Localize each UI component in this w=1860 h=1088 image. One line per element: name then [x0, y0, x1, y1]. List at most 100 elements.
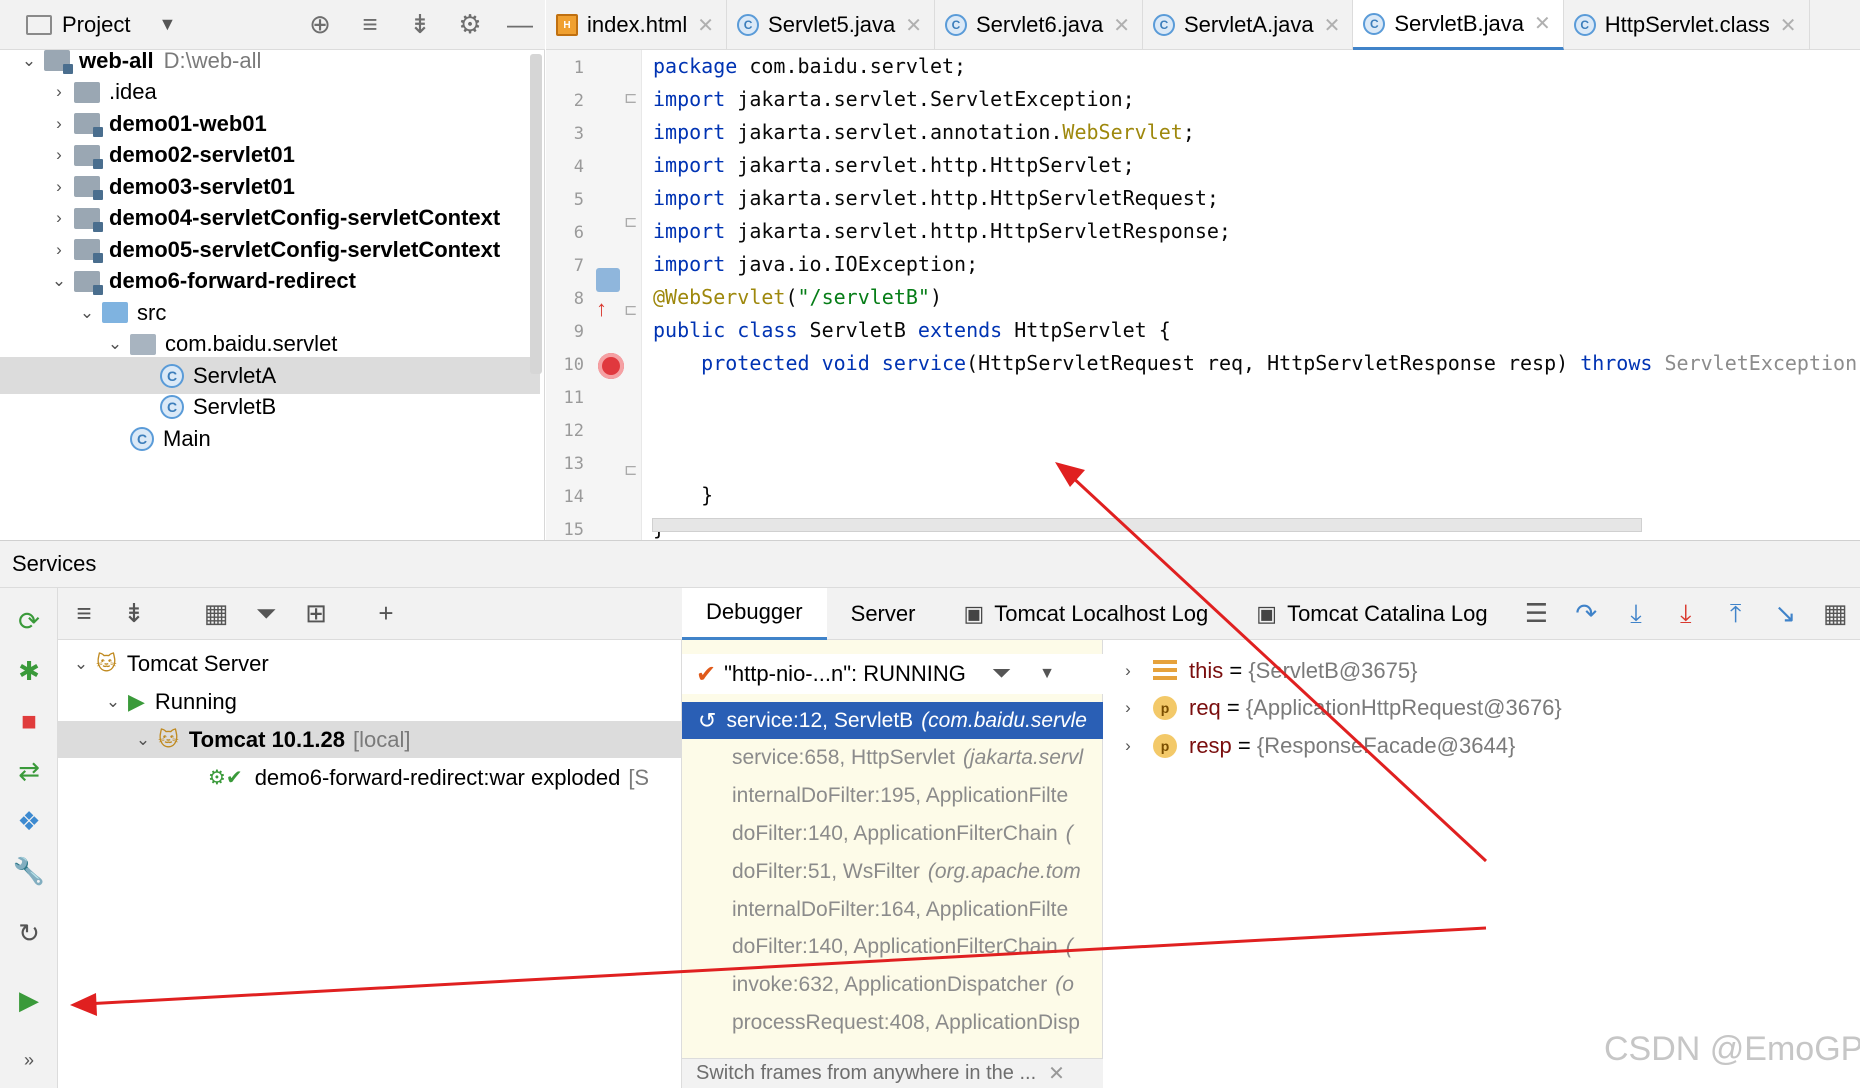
stack-frame[interactable]: doFilter:140, ApplicationFilterChain ( — [682, 815, 1103, 852]
variable-row[interactable]: › this = {ServletB@3675} — [1103, 652, 1417, 689]
module-folder-icon — [74, 239, 103, 263]
update-app-icon[interactable]: ⇄ — [0, 756, 58, 787]
rerun-icon[interactable]: ⟳ — [0, 606, 58, 637]
stack-frame[interactable]: internalDoFilter:164, ApplicationFilte — [682, 891, 1103, 928]
layout-icon[interactable]: ☰ — [1512, 598, 1562, 629]
refresh-icon[interactable]: ↻ — [0, 918, 58, 949]
expand-all-icon[interactable]: ≡ — [345, 9, 395, 40]
variable-value: {ApplicationHttpRequest@3676} — [1245, 695, 1562, 720]
tab-label: index.html — [587, 12, 688, 37]
run-to-cursor-icon[interactable]: ↘ — [1760, 598, 1810, 629]
project-scrollbar[interactable] — [530, 54, 542, 374]
tab-label: Servlet6.java — [976, 12, 1104, 37]
table-icon[interactable]: ▦ — [1810, 598, 1860, 629]
gear-icon[interactable]: ⚙ — [445, 9, 495, 40]
service-tree-item[interactable]: ⌄ 🐱 Tomcat Server — [58, 645, 682, 682]
tree-item-label: demo01-web01 — [109, 110, 267, 136]
editor-tab[interactable]: C Servlet6.java ✕ — [935, 0, 1143, 50]
collapse-all-icon[interactable]: ⇟ — [116, 598, 152, 629]
stack-frame[interactable]: doFilter:140, ApplicationFilterChain ( — [682, 929, 1103, 966]
close-icon[interactable]: ✕ — [1048, 1061, 1065, 1086]
stack-frame[interactable]: processRequest:408, ApplicationDisp — [682, 1004, 1103, 1041]
package-icon — [130, 333, 156, 355]
chevron-right-icon[interactable]: › — [1103, 661, 1153, 681]
chevron-down-icon[interactable]: ⌄ — [98, 692, 128, 712]
step-over-icon[interactable]: ↷ — [1561, 598, 1611, 629]
project-tree-item[interactable]: C Main — [0, 420, 540, 457]
line-number: 12 — [563, 421, 584, 441]
editor-horizontal-scrollbar[interactable] — [652, 518, 1642, 532]
add-icon[interactable]: + — [368, 598, 404, 629]
chevron-down-icon[interactable]: ▼ — [1039, 665, 1055, 683]
editor-tab[interactable]: C Servlet5.java ✕ — [727, 0, 935, 50]
chevron-down-icon[interactable]: ⌄ — [66, 654, 96, 674]
editor-tab[interactable]: C HttpServlet.class ✕ — [1564, 0, 1810, 50]
group-icon[interactable]: ▦ — [198, 598, 234, 629]
collapse-all-icon[interactable]: ⇟ — [395, 9, 445, 40]
close-icon[interactable]: ✕ — [1113, 13, 1130, 38]
stop-icon[interactable]: ■ — [0, 706, 58, 737]
chevron-right-icon[interactable]: › — [1103, 736, 1153, 756]
more-icon[interactable]: » — [0, 1050, 58, 1071]
chevron-right-icon[interactable]: › — [44, 177, 74, 197]
fold-icon[interactable]: ⊏ — [624, 300, 637, 320]
chevron-right-icon[interactable]: › — [44, 208, 74, 228]
chevron-right-icon[interactable]: › — [44, 114, 74, 134]
override-marker-icon[interactable]: ↑ — [596, 296, 607, 322]
force-step-into-icon[interactable]: ⤓ — [1661, 598, 1711, 630]
chevron-down-icon[interactable]: ⌄ — [128, 730, 158, 750]
wrench-icon[interactable]: 🔧 — [0, 856, 58, 887]
service-tree-item[interactable]: ⌄ ▶ Running — [58, 683, 682, 720]
code-editor[interactable]: package com.baidu.servlet; import jakarta… — [643, 50, 1860, 540]
close-icon[interactable]: ✕ — [1324, 13, 1341, 38]
chevron-down-icon[interactable]: ▼ — [158, 14, 176, 35]
editor-tab[interactable]: C ServletA.java ✕ — [1143, 0, 1354, 50]
chevron-down-icon[interactable]: ⌄ — [72, 303, 102, 323]
close-icon[interactable]: ✕ — [905, 13, 922, 38]
tree-item-label: ServletA — [193, 362, 277, 388]
resume-icon[interactable]: ▶ — [0, 985, 58, 1016]
servlet-marker-icon[interactable] — [596, 268, 620, 292]
debug-icon[interactable]: ✱ — [0, 656, 58, 687]
chevron-down-icon[interactable]: ⌄ — [14, 51, 44, 71]
deploy-icon[interactable]: ❖ — [0, 806, 58, 837]
chevron-right-icon[interactable]: › — [44, 82, 74, 102]
fold-icon[interactable]: ⊏ — [624, 88, 637, 108]
filter-icon[interactable]: ⏷ — [248, 598, 284, 630]
service-tree-item[interactable]: ⚙✔ demo6-forward-redirect:war exploded [S — [58, 759, 682, 796]
debugger-tab[interactable]: Server — [827, 588, 940, 640]
stack-frame[interactable]: service:658, HttpServlet (jakarta.servl — [682, 740, 1103, 777]
stack-frame[interactable]: ↺ service:12, ServletB (com.baidu.servle — [682, 702, 1103, 739]
thread-selector[interactable]: ✔ "http-nio-...n": RUNNING ⏷ ▼ — [682, 654, 1103, 694]
chevron-right-icon[interactable]: › — [1103, 698, 1153, 718]
editor-tab[interactable]: Hindex.html ✕ — [546, 0, 728, 50]
service-tree-item[interactable]: ⌄ 🐱 Tomcat 10.1.28 [local] — [58, 721, 682, 758]
debugger-tab[interactable]: ▣ Tomcat Catalina Log — [1232, 588, 1511, 640]
step-out-icon[interactable]: ⤒ — [1711, 598, 1761, 630]
debugger-tab[interactable]: ▣ Tomcat Localhost Log — [939, 588, 1232, 640]
close-icon[interactable]: ✕ — [697, 13, 714, 38]
close-icon[interactable]: ✕ — [1780, 13, 1797, 38]
close-icon[interactable]: ✕ — [1534, 11, 1551, 36]
expand-all-icon[interactable]: ≡ — [66, 598, 102, 629]
stack-frame[interactable]: invoke:632, ApplicationDispatcher (o — [682, 967, 1103, 1004]
chevron-right-icon[interactable]: › — [44, 240, 74, 260]
variable-row[interactable]: › p req = {ApplicationHttpRequest@3676} — [1103, 690, 1562, 727]
filter-icon[interactable]: ⏷ — [992, 660, 1011, 688]
stack-frame[interactable]: doFilter:51, WsFilter (org.apache.tom — [682, 853, 1103, 890]
chevron-down-icon[interactable]: ⌄ — [44, 271, 74, 291]
project-view-label[interactable]: Project — [62, 12, 130, 38]
chevron-down-icon[interactable]: ⌄ — [100, 334, 130, 354]
chevron-right-icon[interactable]: › — [44, 145, 74, 165]
step-into-icon[interactable]: ⤓ — [1611, 598, 1661, 630]
breakpoint-icon[interactable] — [598, 353, 624, 379]
minimize-icon[interactable]: — — [495, 9, 545, 40]
variable-row[interactable]: › p resp = {ResponseFacade@3644} — [1103, 727, 1515, 764]
fold-icon[interactable]: ⊏ — [624, 212, 637, 232]
editor-tab[interactable]: C ServletB.java ✕ — [1353, 0, 1564, 50]
stack-frame[interactable]: internalDoFilter:195, ApplicationFilte — [682, 778, 1103, 815]
locate-icon[interactable]: ⊕ — [295, 9, 345, 40]
debugger-tab[interactable]: Debugger — [682, 587, 827, 640]
fold-icon[interactable]: ⊏ — [624, 460, 637, 480]
new-tab-icon[interactable]: ⊞ — [298, 598, 334, 629]
